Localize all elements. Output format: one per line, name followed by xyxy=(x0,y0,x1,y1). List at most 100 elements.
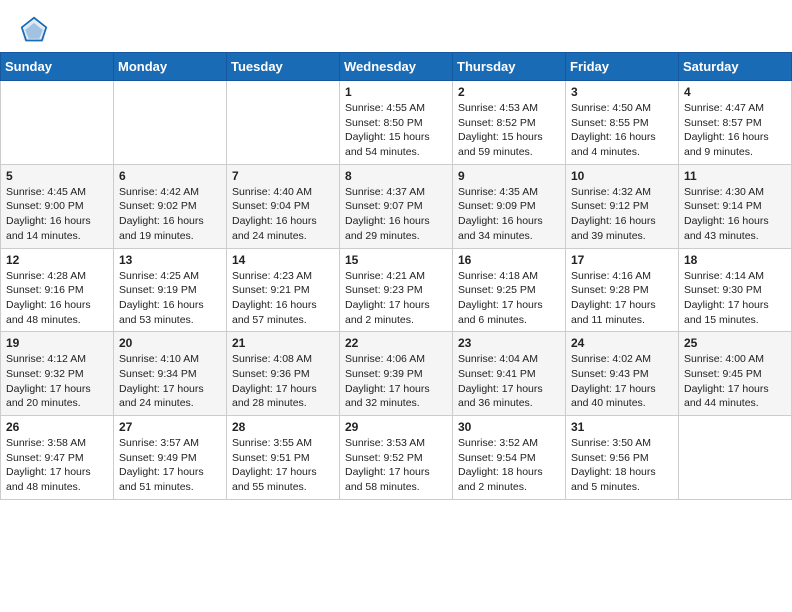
day-number: 19 xyxy=(6,336,108,350)
day-number: 5 xyxy=(6,169,108,183)
day-number: 20 xyxy=(119,336,221,350)
day-info: Sunrise: 4:35 AM Sunset: 9:09 PM Dayligh… xyxy=(458,185,560,244)
calendar-cell xyxy=(227,81,340,165)
page-header xyxy=(0,0,792,52)
calendar-cell: 6 Sunrise: 4:42 AM Sunset: 9:02 PM Daylig… xyxy=(114,164,227,248)
day-info: Sunrise: 4:04 AM Sunset: 9:41 PM Dayligh… xyxy=(458,352,560,411)
calendar-cell: 10 Sunrise: 4:32 AM Sunset: 9:12 PM Dayli… xyxy=(566,164,679,248)
day-number: 14 xyxy=(232,253,334,267)
day-info: Sunrise: 3:57 AM Sunset: 9:49 PM Dayligh… xyxy=(119,436,221,495)
day-number: 30 xyxy=(458,420,560,434)
day-number: 17 xyxy=(571,253,673,267)
week-row-2: 5 Sunrise: 4:45 AM Sunset: 9:00 PM Daylig… xyxy=(1,164,792,248)
logo xyxy=(20,16,50,44)
calendar-cell: 22 Sunrise: 4:06 AM Sunset: 9:39 PM Dayli… xyxy=(340,332,453,416)
day-info: Sunrise: 4:18 AM Sunset: 9:25 PM Dayligh… xyxy=(458,269,560,328)
day-number: 11 xyxy=(684,169,786,183)
calendar-cell: 19 Sunrise: 4:12 AM Sunset: 9:32 PM Dayli… xyxy=(1,332,114,416)
day-info: Sunrise: 4:40 AM Sunset: 9:04 PM Dayligh… xyxy=(232,185,334,244)
calendar-cell: 16 Sunrise: 4:18 AM Sunset: 9:25 PM Dayli… xyxy=(453,248,566,332)
week-row-4: 19 Sunrise: 4:12 AM Sunset: 9:32 PM Dayli… xyxy=(1,332,792,416)
day-number: 28 xyxy=(232,420,334,434)
calendar-cell: 21 Sunrise: 4:08 AM Sunset: 9:36 PM Dayli… xyxy=(227,332,340,416)
calendar-cell: 30Sunrise: 3:52 AM Sunset: 9:54 PM Dayli… xyxy=(453,416,566,500)
day-info: Sunrise: 3:50 AM Sunset: 9:56 PM Dayligh… xyxy=(571,436,673,495)
day-number: 26 xyxy=(6,420,108,434)
logo-icon xyxy=(20,16,48,44)
week-row-1: 1 Sunrise: 4:55 AM Sunset: 8:50 PM Daylig… xyxy=(1,81,792,165)
day-number: 25 xyxy=(684,336,786,350)
day-info: Sunrise: 4:12 AM Sunset: 9:32 PM Dayligh… xyxy=(6,352,108,411)
day-info: Sunrise: 4:32 AM Sunset: 9:12 PM Dayligh… xyxy=(571,185,673,244)
day-number: 24 xyxy=(571,336,673,350)
day-info: Sunrise: 4:30 AM Sunset: 9:14 PM Dayligh… xyxy=(684,185,786,244)
day-info: Sunrise: 4:10 AM Sunset: 9:34 PM Dayligh… xyxy=(119,352,221,411)
calendar-cell xyxy=(114,81,227,165)
weekday-header-wednesday: Wednesday xyxy=(340,53,453,81)
day-info: Sunrise: 3:58 AM Sunset: 9:47 PM Dayligh… xyxy=(6,436,108,495)
day-info: Sunrise: 4:28 AM Sunset: 9:16 PM Dayligh… xyxy=(6,269,108,328)
day-info: Sunrise: 4:06 AM Sunset: 9:39 PM Dayligh… xyxy=(345,352,447,411)
week-row-5: 26 Sunrise: 3:58 AM Sunset: 9:47 PM Dayli… xyxy=(1,416,792,500)
day-info: Sunrise: 4:21 AM Sunset: 9:23 PM Dayligh… xyxy=(345,269,447,328)
calendar-table: SundayMondayTuesdayWednesdayThursdayFrid… xyxy=(0,52,792,500)
day-number: 21 xyxy=(232,336,334,350)
calendar-cell xyxy=(679,416,792,500)
calendar-cell: 31 Sunrise: 3:50 AM Sunset: 9:56 PM Dayli… xyxy=(566,416,679,500)
day-number: 13 xyxy=(119,253,221,267)
day-number: 16 xyxy=(458,253,560,267)
day-number: 18 xyxy=(684,253,786,267)
day-number: 10 xyxy=(571,169,673,183)
day-number: 6 xyxy=(119,169,221,183)
week-row-3: 12Sunrise: 4:28 AM Sunset: 9:16 PM Dayli… xyxy=(1,248,792,332)
calendar-cell: 13 Sunrise: 4:25 AM Sunset: 9:19 PM Dayli… xyxy=(114,248,227,332)
calendar-cell: 27 Sunrise: 3:57 AM Sunset: 9:49 PM Dayli… xyxy=(114,416,227,500)
day-info: Sunrise: 4:08 AM Sunset: 9:36 PM Dayligh… xyxy=(232,352,334,411)
day-info: Sunrise: 4:42 AM Sunset: 9:02 PM Dayligh… xyxy=(119,185,221,244)
day-number: 7 xyxy=(232,169,334,183)
weekday-header-tuesday: Tuesday xyxy=(227,53,340,81)
day-info: Sunrise: 4:16 AM Sunset: 9:28 PM Dayligh… xyxy=(571,269,673,328)
day-number: 29 xyxy=(345,420,447,434)
calendar-cell: 11 Sunrise: 4:30 AM Sunset: 9:14 PM Dayli… xyxy=(679,164,792,248)
calendar-cell: 5 Sunrise: 4:45 AM Sunset: 9:00 PM Daylig… xyxy=(1,164,114,248)
day-number: 23 xyxy=(458,336,560,350)
day-info: Sunrise: 4:14 AM Sunset: 9:30 PM Dayligh… xyxy=(684,269,786,328)
calendar-body: 1 Sunrise: 4:55 AM Sunset: 8:50 PM Daylig… xyxy=(1,81,792,500)
day-info: Sunrise: 4:00 AM Sunset: 9:45 PM Dayligh… xyxy=(684,352,786,411)
calendar-cell: 29 Sunrise: 3:53 AM Sunset: 9:52 PM Dayli… xyxy=(340,416,453,500)
calendar-cell: 20 Sunrise: 4:10 AM Sunset: 9:34 PM Dayli… xyxy=(114,332,227,416)
day-info: Sunrise: 4:02 AM Sunset: 9:43 PM Dayligh… xyxy=(571,352,673,411)
day-info: Sunrise: 3:53 AM Sunset: 9:52 PM Dayligh… xyxy=(345,436,447,495)
calendar-cell: 12Sunrise: 4:28 AM Sunset: 9:16 PM Dayli… xyxy=(1,248,114,332)
weekday-header-monday: Monday xyxy=(114,53,227,81)
weekday-header-saturday: Saturday xyxy=(679,53,792,81)
day-number: 31 xyxy=(571,420,673,434)
day-number: 1 xyxy=(345,85,447,99)
weekday-header-sunday: Sunday xyxy=(1,53,114,81)
calendar-cell: 23 Sunrise: 4:04 AM Sunset: 9:41 PM Dayli… xyxy=(453,332,566,416)
calendar-cell: 28 Sunrise: 3:55 AM Sunset: 9:51 PM Dayli… xyxy=(227,416,340,500)
calendar-cell: 24 Sunrise: 4:02 AM Sunset: 9:43 PM Dayli… xyxy=(566,332,679,416)
calendar-cell: 9Sunrise: 4:35 AM Sunset: 9:09 PM Daylig… xyxy=(453,164,566,248)
day-info: Sunrise: 4:53 AM Sunset: 8:52 PM Dayligh… xyxy=(458,101,560,160)
calendar-cell: 18 Sunrise: 4:14 AM Sunset: 9:30 PM Dayli… xyxy=(679,248,792,332)
calendar-cell: 3Sunrise: 4:50 AM Sunset: 8:55 PM Daylig… xyxy=(566,81,679,165)
day-info: Sunrise: 4:47 AM Sunset: 8:57 PM Dayligh… xyxy=(684,101,786,160)
calendar-header: SundayMondayTuesdayWednesdayThursdayFrid… xyxy=(1,53,792,81)
day-info: Sunrise: 4:37 AM Sunset: 9:07 PM Dayligh… xyxy=(345,185,447,244)
day-number: 15 xyxy=(345,253,447,267)
day-info: Sunrise: 4:25 AM Sunset: 9:19 PM Dayligh… xyxy=(119,269,221,328)
day-number: 27 xyxy=(119,420,221,434)
weekday-header-friday: Friday xyxy=(566,53,679,81)
weekday-header-thursday: Thursday xyxy=(453,53,566,81)
calendar-cell: 2Sunrise: 4:53 AM Sunset: 8:52 PM Daylig… xyxy=(453,81,566,165)
calendar-cell: 26 Sunrise: 3:58 AM Sunset: 9:47 PM Dayli… xyxy=(1,416,114,500)
calendar-cell: 17 Sunrise: 4:16 AM Sunset: 9:28 PM Dayli… xyxy=(566,248,679,332)
day-number: 22 xyxy=(345,336,447,350)
calendar-cell: 8 Sunrise: 4:37 AM Sunset: 9:07 PM Daylig… xyxy=(340,164,453,248)
day-info: Sunrise: 4:45 AM Sunset: 9:00 PM Dayligh… xyxy=(6,185,108,244)
day-number: 8 xyxy=(345,169,447,183)
day-info: Sunrise: 4:55 AM Sunset: 8:50 PM Dayligh… xyxy=(345,101,447,160)
day-info: Sunrise: 3:55 AM Sunset: 9:51 PM Dayligh… xyxy=(232,436,334,495)
